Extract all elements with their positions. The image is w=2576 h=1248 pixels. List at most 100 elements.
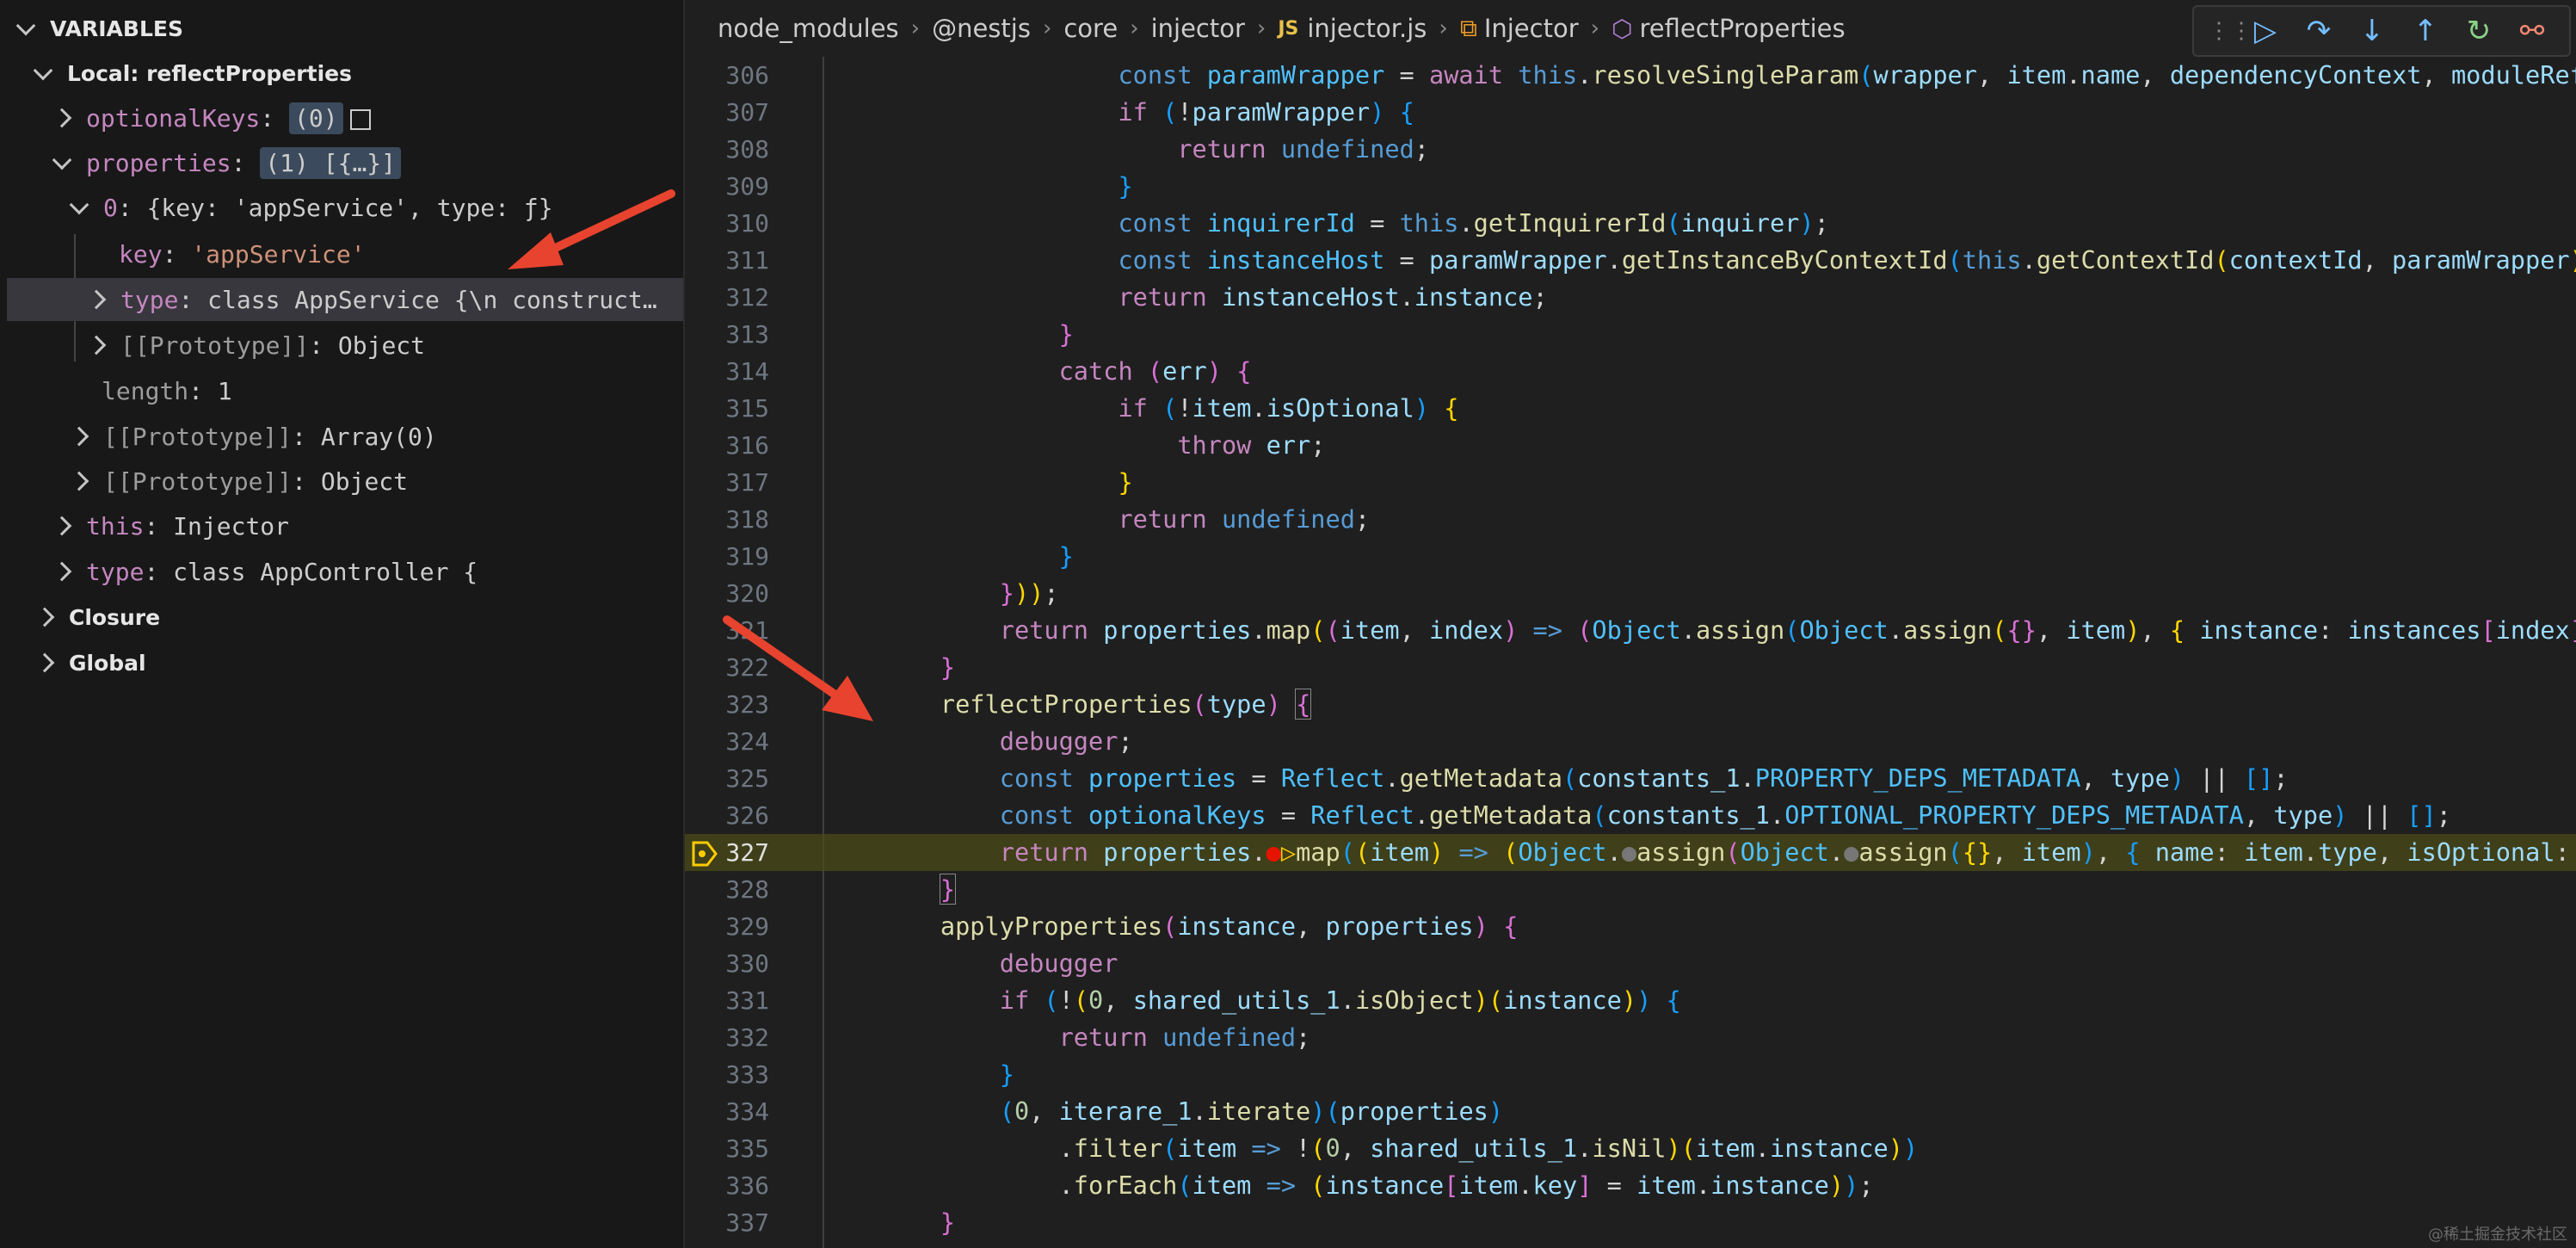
code-line[interactable]: 324 debugger; bbox=[685, 723, 2576, 760]
code-line[interactable]: 306 const paramWrapper = await this.reso… bbox=[685, 57, 2576, 94]
code-line[interactable]: 320 })); bbox=[685, 575, 2576, 612]
code-line[interactable]: 335 .filter(item => !(0, shared_utils_1.… bbox=[685, 1130, 2576, 1167]
scope-local[interactable]: Local: reflectProperties bbox=[0, 52, 683, 95]
scope-closure[interactable]: Closure bbox=[0, 596, 683, 639]
line-number: 311 bbox=[725, 246, 769, 275]
code-line[interactable]: 329 applyProperties(instance, properties… bbox=[685, 908, 2576, 945]
code-line[interactable]: 316 throw err; bbox=[685, 427, 2576, 464]
code-line[interactable]: 309 } bbox=[685, 168, 2576, 205]
code-line[interactable]: 326 const optionalKeys = Reflect.getMeta… bbox=[685, 797, 2576, 834]
code-line[interactable]: 311 const instanceHost = paramWrapper.ge… bbox=[685, 242, 2576, 279]
chevron-right-icon[interactable] bbox=[52, 516, 72, 536]
step-over-button[interactable]: ↷ bbox=[2292, 9, 2345, 53]
restart-button[interactable]: ↻ bbox=[2452, 9, 2505, 53]
code-line[interactable]: 310 const inquirerId = this.getInquirerI… bbox=[685, 205, 2576, 242]
variable-prototype-object[interactable]: [[Prototype]]: Object bbox=[0, 324, 683, 367]
breadcrumb-item[interactable]: injector bbox=[1151, 14, 1245, 43]
variable-type-selected[interactable]: type: class AppService {\n construct… bbox=[7, 278, 683, 321]
code-line[interactable]: 312 return instanceHost.instance; bbox=[685, 279, 2576, 316]
chevron-right-icon[interactable] bbox=[52, 561, 72, 582]
chevron-right-icon[interactable] bbox=[86, 289, 107, 310]
code-line[interactable]: 313 } bbox=[685, 316, 2576, 353]
variable-name: properties bbox=[86, 148, 231, 177]
breadcrumb-item[interactable]: node_modules bbox=[718, 14, 899, 43]
variable-this[interactable]: this: Injector bbox=[0, 504, 683, 547]
code-line[interactable]: 330 debugger bbox=[685, 945, 2576, 982]
breadcrumb-item[interactable]: reflectProperties bbox=[1639, 14, 1845, 43]
code-line[interactable]: 308 return undefined; bbox=[685, 131, 2576, 168]
code-text: const inquirerId = this.getInquirerId(in… bbox=[1118, 208, 1829, 238]
breadcrumb-item[interactable]: Injector bbox=[1484, 14, 1579, 43]
variable-name: [[Prototype]] bbox=[103, 466, 293, 496]
chevron-right-icon[interactable] bbox=[52, 108, 72, 128]
code-editor[interactable]: node_modules › @nestjs › core › injector… bbox=[685, 0, 2576, 1248]
empty-array-icon bbox=[349, 108, 371, 130]
continue-button[interactable]: ▷ bbox=[2239, 9, 2292, 53]
code-text: debugger bbox=[999, 948, 1119, 978]
variable-prototype-array[interactable]: [[Prototype]]: Array(0) bbox=[0, 415, 683, 458]
variable-name: type bbox=[120, 285, 179, 314]
code-line[interactable]: 332 return undefined; bbox=[685, 1019, 2576, 1056]
code-line[interactable]: 319 } bbox=[685, 538, 2576, 575]
step-out-button[interactable]: ↑ bbox=[2399, 9, 2452, 53]
code-line[interactable]: 328 } bbox=[685, 871, 2576, 908]
code-line[interactable]: 315 if (!item.isOptional) { bbox=[685, 390, 2576, 427]
code-line[interactable]: 323 reflectProperties(type) { bbox=[685, 686, 2576, 723]
step-into-button[interactable]: ↓ bbox=[2345, 9, 2399, 53]
variable-value: 'appService' bbox=[191, 239, 366, 269]
code-lines[interactable]: 306 const paramWrapper = await this.reso… bbox=[685, 57, 2576, 1248]
variable-properties[interactable]: properties: (1) [{…}] bbox=[0, 141, 683, 184]
code-line[interactable]: 331 if (!(0, shared_utils_1.isObject)(in… bbox=[685, 982, 2576, 1019]
separator: : bbox=[178, 285, 194, 314]
chevron-down-icon[interactable] bbox=[33, 60, 53, 81]
code-line[interactable]: 318 return undefined; bbox=[685, 501, 2576, 538]
scope-global[interactable]: Global bbox=[0, 641, 683, 684]
chevron-right-icon[interactable] bbox=[34, 652, 55, 673]
code-line[interactable]: 321 return properties.map((item, index) … bbox=[685, 612, 2576, 649]
variables-section-header[interactable]: VARIABLES bbox=[0, 7, 683, 50]
variable-prototype-object-2[interactable]: [[Prototype]]: Object bbox=[0, 460, 683, 503]
code-line[interactable]: 307 if (!paramWrapper) { bbox=[685, 94, 2576, 131]
code-text: return instanceHost.instance; bbox=[1118, 282, 1548, 312]
chevron-right-icon[interactable] bbox=[69, 471, 89, 491]
breadcrumb-item[interactable]: @nestjs bbox=[932, 14, 1031, 43]
chevron-down-icon[interactable] bbox=[15, 15, 36, 36]
code-line[interactable]: 322 } bbox=[685, 649, 2576, 686]
drag-handle-icon[interactable]: ⋮⋮ bbox=[2208, 18, 2252, 44]
line-number: 335 bbox=[725, 1134, 769, 1163]
chevron-down-icon[interactable] bbox=[52, 150, 72, 170]
code-line[interactable]: 317 } bbox=[685, 464, 2576, 501]
code-line[interactable]: 336 .forEach(item => (instance[item.key]… bbox=[685, 1167, 2576, 1204]
variable-name: optionalKeys bbox=[86, 103, 261, 133]
line-number: 326 bbox=[725, 801, 769, 830]
breadcrumb-item[interactable]: injector.js bbox=[1307, 14, 1427, 43]
code-text: return undefined; bbox=[1177, 134, 1429, 164]
line-number: 337 bbox=[725, 1208, 769, 1237]
chevron-right-icon[interactable] bbox=[86, 335, 107, 355]
variable-optional-keys[interactable]: optionalKeys: (0) bbox=[0, 96, 683, 139]
line-number: 307 bbox=[725, 98, 769, 127]
code-line-current[interactable]: 327 return properties.●▷map((item) => (O… bbox=[685, 834, 2576, 871]
chevron-right-icon[interactable] bbox=[69, 426, 89, 447]
code-line[interactable]: 325 const properties = Reflect.getMetada… bbox=[685, 760, 2576, 797]
variable-value: (1) [{…}] bbox=[260, 146, 402, 179]
code-text: return undefined; bbox=[1058, 1022, 1311, 1052]
variable-name: length bbox=[102, 376, 189, 405]
code-text: .filter(item => !(0, shared_utils_1.isNi… bbox=[881, 1134, 1919, 1163]
chevron-right-icon: › bbox=[1042, 15, 1052, 41]
code-line[interactable]: 334 (0, iterare_1.iterate)(properties) bbox=[685, 1093, 2576, 1130]
code-text: if (!paramWrapper) { bbox=[1118, 97, 1414, 127]
disconnect-button[interactable]: ⚯ bbox=[2505, 9, 2559, 53]
breadcrumb-item[interactable]: core bbox=[1063, 14, 1118, 43]
code-text: } bbox=[1058, 319, 1074, 349]
variable-type-controller[interactable]: type: class AppController { bbox=[0, 550, 683, 593]
variable-length[interactable]: length: 1 bbox=[0, 369, 683, 412]
code-line[interactable]: 337 } bbox=[685, 1204, 2576, 1241]
chevron-right-icon[interactable] bbox=[34, 607, 55, 627]
code-line[interactable]: 333 } bbox=[685, 1056, 2576, 1093]
line-number: 325 bbox=[725, 764, 769, 793]
chevron-down-icon[interactable] bbox=[69, 195, 89, 215]
code-text: debugger; bbox=[999, 726, 1133, 756]
line-number: 306 bbox=[725, 61, 769, 90]
code-line[interactable]: 314 catch (err) { bbox=[685, 353, 2576, 390]
